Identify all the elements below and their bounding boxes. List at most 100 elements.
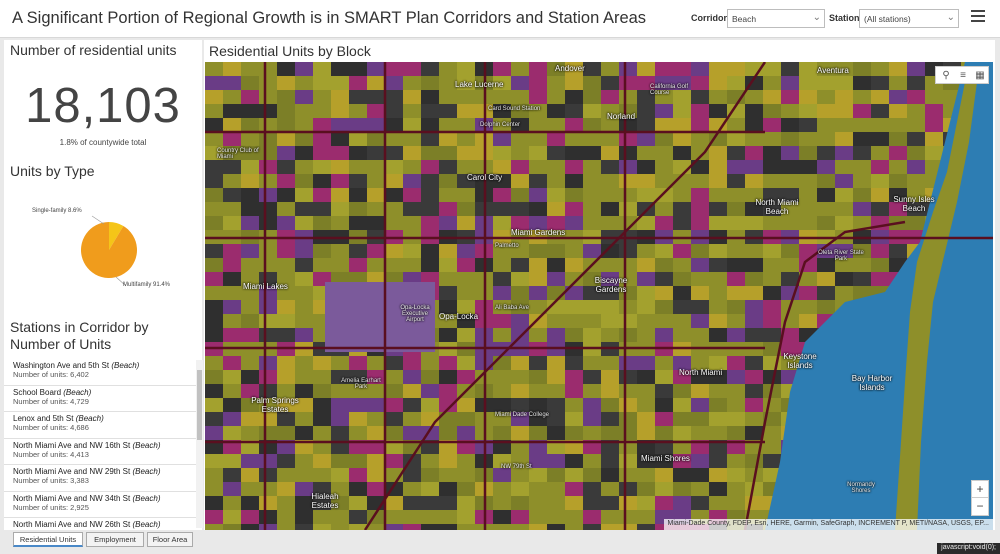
block-cell (385, 160, 404, 175)
block-cell (619, 160, 638, 175)
block-cell (691, 286, 710, 301)
map-label-dolphin-center: Dolphin Center (480, 122, 521, 128)
block-cell (781, 132, 800, 147)
units-by-type-title: Units by Type (10, 163, 95, 179)
block-cell (853, 118, 872, 133)
block-cell (277, 356, 296, 371)
block-cell (385, 174, 404, 189)
block-cell (601, 426, 620, 441)
station-name: Lenox and 5th St (Beach) (13, 414, 202, 423)
block-cell (313, 468, 332, 483)
station-list-item[interactable]: School Board (Beach) Number of units: 4,7… (4, 386, 202, 412)
station-list-item[interactable]: Washington Ave and 5th St (Beach) Number … (4, 359, 202, 386)
corridor-select[interactable]: Beach ⌄ (727, 9, 825, 28)
block-cell (403, 118, 422, 133)
block-cell (907, 90, 926, 105)
map-label-lake-lucerne: Lake Lucerne (455, 80, 504, 89)
block-cell (277, 524, 296, 530)
block-cell (259, 524, 278, 530)
block-cell (313, 356, 332, 371)
block-cell (259, 76, 278, 91)
block-cell (619, 258, 638, 273)
block-cell (403, 174, 422, 189)
block-cell (439, 510, 458, 525)
block-cell (439, 356, 458, 371)
block-cell (259, 426, 278, 441)
block-cell (403, 90, 422, 105)
block-cell (457, 90, 476, 105)
block-cell (763, 440, 782, 455)
station-list-item[interactable]: North Miami Ave and NW 29th St (Beach) Nu… (4, 465, 202, 492)
block-cell (493, 90, 512, 105)
block-cell (619, 174, 638, 189)
tab-floor-area[interactable]: Floor Area (147, 532, 193, 547)
map-label-normandy-shores: Normandy Shores (847, 482, 875, 494)
zoom-in-button[interactable]: + (972, 481, 988, 498)
legend-icon[interactable]: ≡ (956, 69, 970, 82)
map-label-sunny-isles: Sunny Isles Beach (893, 195, 935, 213)
block-cell (709, 76, 728, 91)
block-cell (889, 244, 908, 259)
block-cell (781, 146, 800, 161)
block-cell (313, 202, 332, 217)
block-cell (223, 454, 242, 469)
search-icon[interactable]: ⚲ (939, 69, 953, 82)
block-cell (205, 510, 224, 525)
tab-residential-units[interactable]: Residential Units (13, 532, 83, 547)
block-cell (547, 188, 566, 203)
block-cell (601, 412, 620, 427)
station-list-item[interactable]: North Miami Ave and NW 16th St (Beach) Nu… (4, 439, 202, 465)
pie-slice-multifamily[interactable] (81, 222, 137, 278)
block-cell (673, 314, 692, 329)
block-cell (529, 202, 548, 217)
block-cell (223, 314, 242, 329)
block-cell (331, 468, 350, 483)
block-cell (565, 398, 584, 413)
block-cell (601, 202, 620, 217)
hamburger-menu-icon[interactable] (971, 10, 985, 24)
station-list-item[interactable]: Lenox and 5th St (Beach) Number of units:… (4, 412, 202, 439)
block-cell (619, 300, 638, 315)
station-list-item[interactable]: North Miami Ave and NW 26th St (Beach) (4, 518, 202, 529)
block-cell (853, 132, 872, 147)
map-view[interactable]: Andover Aventura Lake Lucerne Card Sound… (205, 62, 993, 530)
station-list-item[interactable]: North Miami Ave and NW 34th St (Beach) Nu… (4, 492, 202, 518)
block-cell (691, 118, 710, 133)
block-cell (835, 188, 854, 203)
block-cell (727, 496, 746, 511)
block-cell (637, 370, 656, 385)
block-cell (205, 118, 224, 133)
station-select[interactable]: (All stations) ⌄ (859, 9, 959, 28)
tab-employment[interactable]: Employment (86, 532, 144, 547)
block-cell (583, 524, 602, 530)
block-cell (295, 188, 314, 203)
block-cell (835, 90, 854, 105)
block-cell (511, 160, 530, 175)
block-cell (529, 160, 548, 175)
block-cell (727, 244, 746, 259)
station-list-scrollbar[interactable] (196, 360, 203, 528)
map-label-biscayne-gardens: Biscayne Gardens (594, 276, 628, 294)
block-cell (223, 412, 242, 427)
block-cell (889, 90, 908, 105)
block-cell (349, 468, 368, 483)
block-cell (295, 524, 314, 530)
block-cell (745, 90, 764, 105)
block-cell (385, 104, 404, 119)
station-corridor: (Beach) (63, 387, 92, 397)
block-cell (259, 216, 278, 231)
block-cell (601, 146, 620, 161)
block-cell (223, 468, 242, 483)
block-cell (835, 216, 854, 231)
block-cell (313, 188, 332, 203)
scrollbar-thumb[interactable] (197, 370, 202, 440)
block-cell (493, 286, 512, 301)
block-cell (547, 160, 566, 175)
zoom-out-button[interactable]: − (972, 498, 988, 515)
block-cell (619, 62, 638, 77)
block-cell (583, 314, 602, 329)
block-cell (403, 356, 422, 371)
block-cell (385, 244, 404, 259)
basemap-gallery-icon[interactable]: ▦ (973, 69, 987, 82)
station-name-text: Lenox and 5th St (13, 414, 74, 423)
